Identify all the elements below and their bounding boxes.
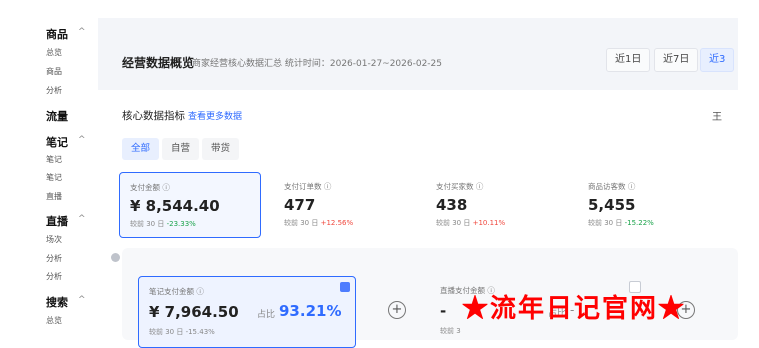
metric-label: 支付金额 ⓘ [130,183,170,192]
chevron-up-icon[interactable]: ^ [78,295,86,305]
metric-value: 477 [284,196,316,214]
sidebar: 商品 ^ 总览 商品 分析 流量 笔记 ^ 笔记 笔记 直播 直播 ^ 场次 分… [0,0,98,340]
sidebar-group-traffic[interactable]: 流量 [46,108,68,124]
chevron-up-icon[interactable]: ^ [78,135,86,145]
metric-compare: 较前 30 日 -23.33% [130,220,196,228]
tab-self-operated[interactable]: 自营 [162,138,200,160]
sidebar-item-goods[interactable]: 商品 [46,66,62,77]
sidebar-group-notes[interactable]: 笔记 [46,134,68,150]
share-value: 93.21% [279,302,342,320]
metric-label: 支付买家数 ⓘ [436,182,484,191]
sidebar-item-notes-2[interactable]: 笔记 [46,172,62,183]
metric-card-visitors[interactable]: 商品访客数 ⓘ 5,455 较前 30 日 -15.22% [578,172,718,236]
sidebar-group-goods[interactable]: 商品 [46,26,68,42]
metric-value: 5,455 [588,196,636,214]
metric-label: 商品访客数 ⓘ [588,182,636,191]
page-title: 经营数据概览 [122,56,195,70]
sidebar-item-notes-1[interactable]: 笔记 [46,154,62,165]
range-7d-button[interactable]: 近7日 [654,48,699,72]
sub-metric-compare: 较前 3 [440,327,461,335]
range-1d-button[interactable]: 近1日 [606,48,651,72]
metric-label: 支付订单数 ⓘ [284,182,332,191]
sidebar-item-search-overview[interactable]: 总览 [46,315,62,326]
tab-affiliate[interactable]: 带货 [202,138,240,160]
sub-card-note-payment[interactable]: 笔记支付金额 ⓘ ¥ 7,964.50 占比 93.21% 较前 30 日 -1… [138,276,356,348]
share-label: 占比 [257,310,276,320]
section-title: 核心数据指标 [122,110,185,122]
metric-compare: 较前 30 日 -15.22% [588,219,654,227]
chevron-up-icon[interactable]: ^ [78,27,86,37]
overview-header: 经营数据概览 商家经营核心数据汇总 统计时间：2026-01-27~2026-0… [98,18,738,90]
page-subtitle: 商家经营核心数据汇总 统计时间：2026-01-27~2026-02-25 [192,59,443,69]
sidebar-item-live-analysis[interactable]: 分析 [46,253,62,264]
metric-card-orders[interactable]: 支付订单数 ⓘ 477 较前 30 日 +12.56% [274,172,414,236]
chevron-up-icon[interactable]: ^ [78,214,86,224]
sub-metric-label: 笔记支付金额 ⓘ [149,287,204,296]
sub-metric-value: - [440,302,447,320]
sidebar-item-overview[interactable]: 总览 [46,47,62,58]
truncated-right-button[interactable]: 王 [712,108,722,123]
metric-card-buyers[interactable]: 支付买家数 ⓘ 438 较前 30 日 +10.11% [426,172,566,236]
more-data-link[interactable]: 查看更多数据 [188,109,242,122]
sidebar-item-live-link[interactable]: 直播 [46,191,62,202]
carousel-dot-icon[interactable] [111,253,120,262]
metric-card-payment-amount[interactable]: 支付金额 ⓘ ¥ 8,544.40 较前 30 日 -23.33% [119,172,261,238]
sidebar-group-search[interactable]: 搜索 [46,294,68,310]
sidebar-item-sessions[interactable]: 场次 [46,234,62,245]
metric-compare: 较前 30 日 +10.11% [436,219,506,227]
metric-value: 438 [436,196,468,214]
sidebar-item-analysis[interactable]: 分析 [46,85,62,96]
watermark-overlay: ★流年日记官网★ [462,294,687,324]
sub-metric-compare: 较前 30 日 -15.43% [149,328,215,336]
range-30d-button[interactable]: 近3 [700,48,735,72]
sidebar-group-live[interactable]: 直播 [46,213,68,229]
sub-metric-value: ¥ 7,964.50 [149,303,239,321]
metric-value: ¥ 8,544.40 [130,197,220,215]
checkbox-checked-icon[interactable] [340,282,350,292]
tab-all[interactable]: 全部 [122,138,160,160]
sidebar-item-analysis-2[interactable]: 分析 [46,271,62,282]
metric-compare: 较前 30 日 +12.56% [284,219,354,227]
plus-icon[interactable]: + [388,301,406,319]
